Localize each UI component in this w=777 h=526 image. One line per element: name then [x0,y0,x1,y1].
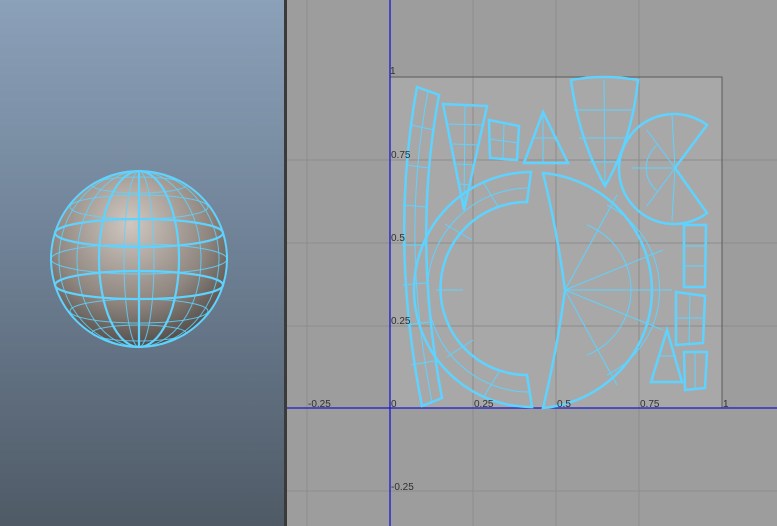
label-v-1: 1 [390,66,396,77]
perspective-viewport[interactable] [0,0,284,526]
label-u-neg025: -0.25 [308,399,331,410]
label-v-05: 0.5 [391,233,405,244]
label-v-neg025: -0.25 [391,482,414,493]
label-v-025: 0.25 [391,316,411,327]
sphere-wireframe-icon[interactable] [0,0,284,526]
label-u-05: 0.5 [557,399,571,410]
uv-editor-panel[interactable]: 1 0.75 0.5 0.25 -0.25 0 0.25 0.5 0.75 1 … [287,0,777,526]
label-u-025: 0.25 [474,399,494,410]
uv-texture-grid[interactable]: 1 0.75 0.5 0.25 -0.25 0 0.25 0.5 0.75 1 … [287,0,777,526]
label-origin: 0 [391,399,397,410]
label-v-075: 0.75 [391,150,411,161]
label-u-1: 1 [723,399,729,410]
label-u-075: 0.75 [640,399,660,410]
